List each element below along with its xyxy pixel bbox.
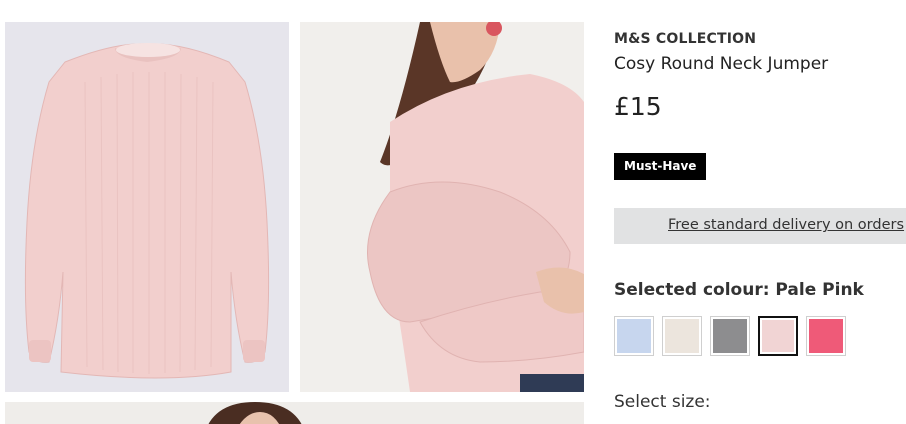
- colour-swatch-list: [614, 316, 906, 356]
- must-have-badge: Must-Have: [614, 153, 707, 180]
- swatch-cream[interactable]: [662, 316, 702, 356]
- swatch-grey[interactable]: [710, 316, 750, 356]
- selected-colour-row: Selected colour: Pale Pink: [614, 280, 864, 300]
- swatch-fill: [713, 319, 747, 353]
- swatch-fill: [809, 319, 843, 353]
- product-price: £15: [614, 92, 662, 121]
- delivery-banner: Free standard delivery on orders: [614, 208, 906, 244]
- swatch-light-blue[interactable]: [614, 316, 654, 356]
- select-size-label: Select size:: [614, 392, 711, 412]
- product-image-gallery: [0, 0, 590, 424]
- free-delivery-link[interactable]: Free standard delivery on orders: [668, 217, 904, 233]
- product-title: Cosy Round Neck Jumper: [614, 54, 829, 74]
- selected-colour-value: Pale Pink: [775, 280, 864, 300]
- swatch-fill: [617, 319, 651, 353]
- brand-label[interactable]: M&S COLLECTION: [614, 31, 756, 47]
- selected-colour-label: Selected colour:: [614, 280, 770, 300]
- swatch-bright-pink[interactable]: [806, 316, 846, 356]
- swatch-fill: [665, 319, 699, 353]
- swatch-pale-pink[interactable]: [758, 316, 798, 356]
- product-image-flat-jumper[interactable]: [5, 22, 289, 392]
- product-image-third[interactable]: [5, 402, 584, 424]
- swatch-fill: [762, 320, 794, 352]
- product-details-panel: M&S COLLECTION Cosy Round Neck Jumper £1…: [614, 0, 906, 424]
- product-image-model-wearing[interactable]: [300, 22, 584, 392]
